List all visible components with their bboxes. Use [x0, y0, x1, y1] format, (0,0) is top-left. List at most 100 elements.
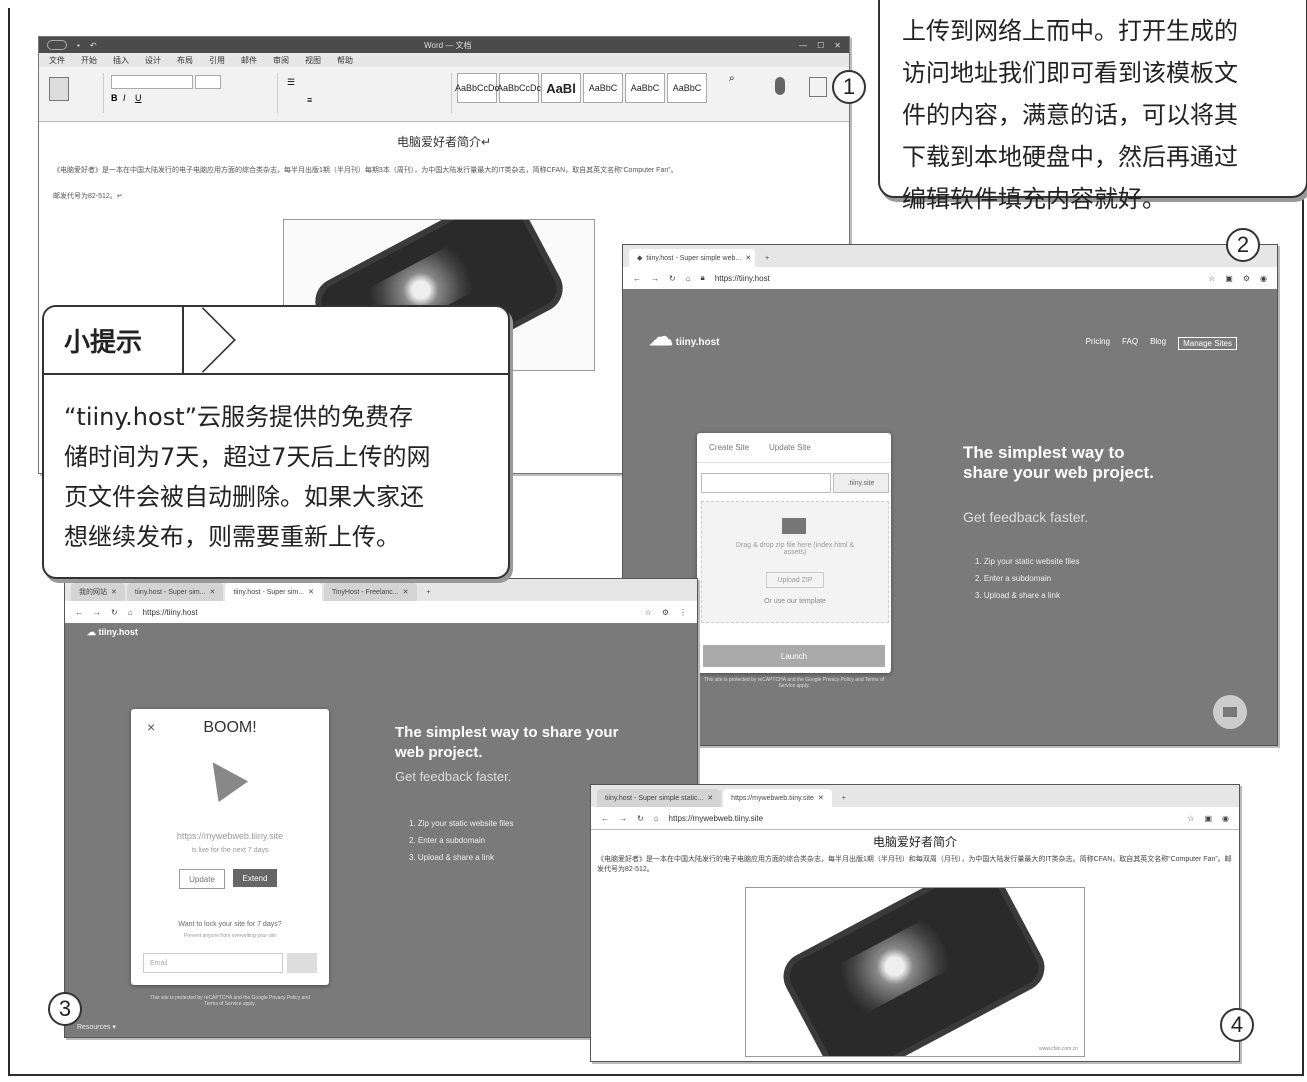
tab-close-icon[interactable]: ✕ [818, 794, 824, 802]
tab-view[interactable]: 视图 [305, 55, 321, 66]
tab-close-icon[interactable]: ✕ [745, 254, 751, 262]
browser-tab[interactable]: ◆ tiiny.host - Super simple web... ✕ [629, 249, 755, 267]
url-field[interactable]: https://mywebweb.tiiny.site [669, 814, 764, 823]
browser-tab[interactable]: tiiny.host - Super sim... ✕ [225, 583, 322, 601]
underline-button[interactable]: U [135, 93, 142, 103]
browser-tab[interactable]: TinyHost - Freelanc... ✕ [323, 583, 417, 601]
home-icon[interactable]: ⌂ [654, 814, 659, 823]
tab-insert[interactable]: 插入 [113, 55, 129, 66]
email-input[interactable]: Email [143, 953, 283, 973]
collections-icon[interactable]: ▣ [1225, 274, 1233, 283]
site-url[interactable]: https://mywebweb.tiiny.site [131, 831, 329, 841]
browser-tab[interactable]: tiiny.host - Super simple static... ✕ [597, 789, 722, 807]
forward-icon[interactable]: → [651, 274, 659, 283]
style-no-spacing[interactable]: AaBbCcDc [497, 73, 541, 103]
nav-blog[interactable]: Blog [1150, 337, 1166, 350]
manage-sites-button[interactable]: Manage Sites [1178, 337, 1237, 350]
tab-close-icon[interactable]: ✕ [111, 588, 117, 596]
tab-help[interactable]: 帮助 [337, 55, 353, 66]
bold-button[interactable]: B [111, 93, 118, 103]
reload-icon[interactable]: ↻ [669, 274, 676, 283]
new-tab-button[interactable]: + [757, 249, 777, 267]
browser-tab[interactable]: https://mywebweb.tiiny.site ✕ [723, 789, 832, 807]
forward-icon[interactable]: → [619, 814, 627, 823]
paste-icon[interactable] [49, 77, 69, 101]
editor-icon[interactable] [809, 77, 827, 97]
tab-title: TinyHost - Freelanc... [331, 588, 399, 596]
page-image[interactable]: www.cfan.com.cn [745, 887, 1085, 1057]
forward-icon[interactable]: → [93, 608, 101, 617]
dictate-icon[interactable] [775, 77, 785, 95]
tab-references[interactable]: 引用 [209, 55, 225, 66]
italic-button[interactable]: I [123, 93, 126, 103]
browser-tab[interactable]: tiiny.host - Super sim... ✕ [126, 583, 224, 601]
nav-pricing[interactable]: Pricing [1086, 337, 1110, 350]
nav-faq[interactable]: FAQ [1122, 337, 1138, 350]
collections-icon[interactable]: ▣ [1204, 814, 1212, 823]
tip-header: 小提示 [44, 307, 508, 375]
tab-design[interactable]: 设计 [145, 55, 161, 66]
upload-zip-button[interactable]: Upload ZIP [766, 572, 824, 588]
tab-layout[interactable]: 布局 [177, 55, 193, 66]
favorites-icon[interactable]: ☆ [1208, 274, 1215, 283]
minimize-icon[interactable]: — [799, 41, 807, 50]
favorites-icon[interactable]: ☆ [645, 608, 652, 617]
url-field[interactable]: https://tiiny.host [715, 274, 770, 283]
back-icon[interactable]: ← [601, 814, 609, 823]
undo-icon[interactable]: ↶ [90, 41, 97, 50]
url-field[interactable]: https://tiiny.host [143, 608, 198, 617]
new-tab-button[interactable]: + [834, 789, 854, 807]
update-button[interactable]: Update [179, 869, 225, 889]
bullets-icon[interactable]: ☰ [287, 77, 295, 88]
extensions-icon[interactable]: ⚙ [662, 608, 669, 617]
chat-button[interactable] [1213, 695, 1247, 729]
browser-tab[interactable]: 我的网站 ✕ [71, 583, 125, 601]
template-link[interactable]: Or use our template [702, 598, 888, 605]
tab-file[interactable]: 文件 [49, 55, 65, 66]
site-logo[interactable]: ☁ tiiny.host [87, 627, 138, 638]
new-tab-button[interactable]: + [419, 583, 439, 601]
home-icon[interactable]: ⌂ [128, 608, 133, 617]
align-center-icon[interactable]: ≡ [307, 95, 312, 105]
profile-icon[interactable]: ◉ [1222, 814, 1229, 823]
site-logo[interactable]: ☁ tiiny.host [649, 323, 719, 352]
menu-icon[interactable]: ⋮ [679, 608, 687, 617]
dropzone[interactable]: Drag & drop zip file here (index.html & … [701, 501, 889, 623]
lock-submit-button[interactable] [287, 953, 317, 973]
subdomain-input[interactable] [701, 473, 831, 493]
font-name-select[interactable] [111, 75, 193, 89]
extend-button[interactable]: Extend [233, 869, 277, 887]
reload-icon[interactable]: ↻ [637, 814, 644, 823]
resources-menu[interactable]: Resources ▾ [77, 1023, 116, 1031]
home-icon[interactable]: ⌂ [686, 274, 691, 283]
back-icon[interactable]: ← [633, 274, 641, 283]
tab-close-icon[interactable]: ✕ [707, 794, 713, 802]
ribbon-tabs: 文件 开始 插入 设计 布局 引用 邮件 审阅 视图 帮助 [39, 53, 849, 67]
autosave-toggle[interactable] [47, 40, 67, 50]
find-icon[interactable]: ⌕ [729, 73, 735, 84]
tab-update-site[interactable]: Update Site [769, 443, 811, 452]
profile-icon[interactable]: ◉ [1260, 274, 1267, 283]
style-title[interactable]: AaBbC [625, 73, 665, 103]
font-size-select[interactable] [195, 75, 221, 89]
tab-close-icon[interactable]: ✕ [210, 588, 216, 596]
back-icon[interactable]: ← [75, 608, 83, 617]
tab-create-site[interactable]: Create Site [709, 443, 749, 452]
save-icon[interactable]: ▪ [77, 41, 80, 50]
tab-mailings[interactable]: 邮件 [241, 55, 257, 66]
maximize-icon[interactable]: ☐ [817, 41, 824, 50]
tab-close-icon[interactable]: ✕ [403, 588, 409, 596]
style-heading1[interactable]: AaBl [541, 73, 581, 103]
tab-review[interactable]: 审阅 [273, 55, 289, 66]
style-heading2[interactable]: AaBbC [583, 73, 623, 103]
style-normal[interactable]: AaBbCcDc [455, 73, 499, 103]
favorites-icon[interactable]: ☆ [1187, 814, 1194, 823]
launch-button[interactable]: Launch [703, 645, 885, 667]
reload-icon[interactable]: ↻ [111, 608, 118, 617]
tab-close-icon[interactable]: ✕ [308, 588, 314, 596]
style-subtitle[interactable]: AaBbC [667, 73, 707, 103]
callout-line: 编辑软件填充内容就好。 [902, 185, 1166, 213]
extensions-icon[interactable]: ⚙ [1243, 274, 1250, 283]
close-icon[interactable]: ✕ [834, 41, 841, 50]
tab-home[interactable]: 开始 [81, 55, 97, 66]
